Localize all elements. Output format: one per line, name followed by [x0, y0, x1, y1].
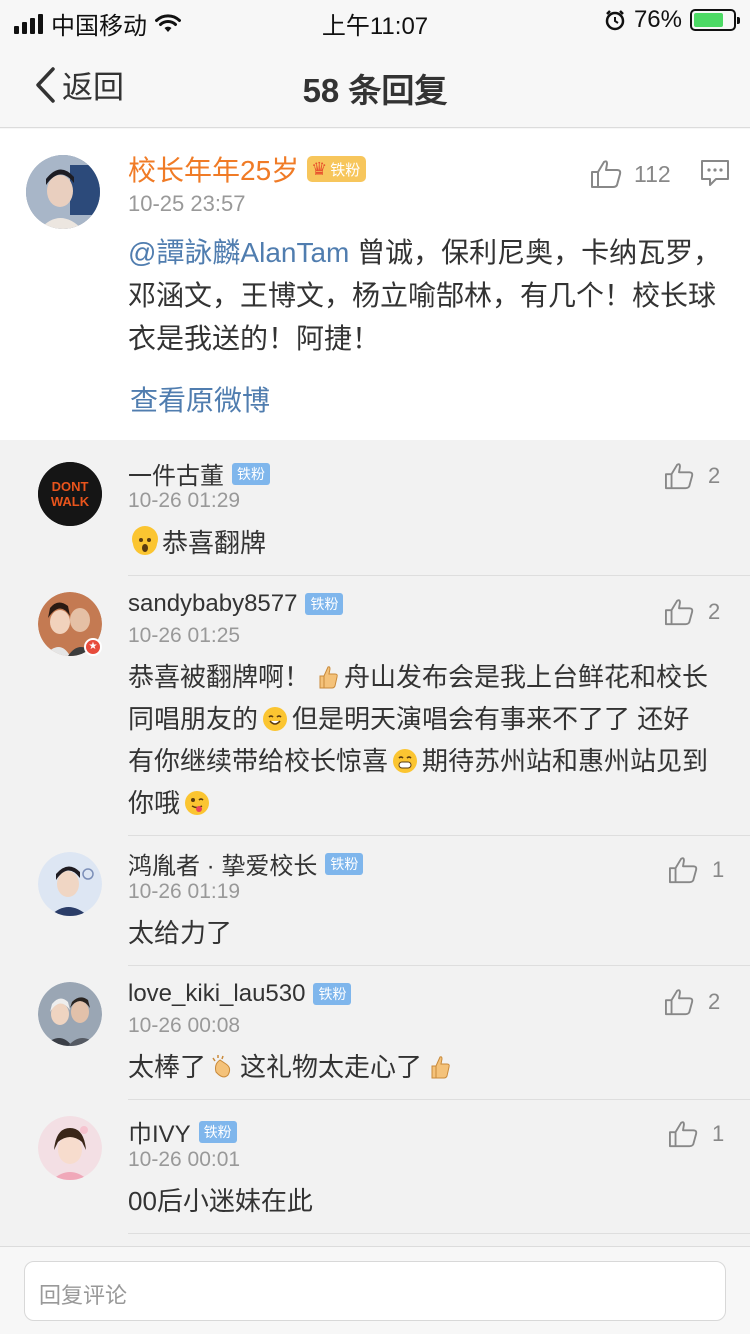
avatar[interactable] [38, 1116, 102, 1180]
grin-emoji-icon [392, 744, 418, 773]
avatar[interactable] [38, 982, 102, 1046]
status-right: 76% [604, 6, 740, 34]
alarm-icon [605, 10, 625, 31]
fan-badge: 铁粉 [305, 593, 344, 615]
reply-time: 10-26 00:01 [128, 1148, 241, 1171]
reply-text: 太给力了 [128, 912, 718, 954]
reply-author[interactable]: 鸿胤者 · 挚爱校长 铁粉 [128, 846, 364, 881]
fan-badge: 铁粉 [232, 462, 270, 485]
author-name: 校长年年25岁 [128, 155, 300, 186]
list-item: ★ sandybaby8577 铁粉 10-26 01:25 恭喜被翻牌啊！ 舟山… [0, 576, 750, 836]
status-bar: 中国移动 上午11:07 76% [0, 0, 750, 40]
avatar-text: WALK [51, 494, 90, 509]
reply-input-bar: 回复评论 [0, 1246, 750, 1334]
reply-time: 10-26 01:25 [128, 624, 241, 647]
like-count: 2 [708, 989, 721, 1014]
comment-time: 10-25 23:57 [128, 191, 246, 216]
like-button[interactable]: 1 [668, 856, 724, 884]
fan-badge: ♛ 铁粉 [307, 156, 367, 182]
avatar[interactable] [26, 155, 100, 229]
avatar[interactable]: DONT WALK [38, 462, 102, 526]
reply-author[interactable]: sandybaby8577 铁粉 [128, 590, 344, 618]
fan-badge-label: 铁粉 [330, 161, 361, 179]
clapping-emoji-icon [210, 1050, 236, 1078]
verified-badge-icon: ★ [84, 638, 102, 656]
comment-author[interactable]: 校长年年25岁 ♛ 铁粉 [128, 149, 367, 189]
mention-link[interactable]: @譚詠麟AlanTam [128, 237, 349, 268]
reply-button[interactable] [700, 159, 730, 192]
nav-bar: 返回 58 条回复 [0, 40, 750, 128]
thumbs-up-icon [665, 599, 694, 626]
avatar-image [38, 982, 102, 1046]
main-comment: 校长年年25岁 ♛ 铁粉 10-25 23:57 112 @譚詠麟AlanTam… [0, 129, 750, 440]
avatar[interactable] [38, 852, 102, 916]
reply-input[interactable]: 回复评论 [24, 1261, 726, 1321]
thumbs-up-icon [591, 160, 622, 188]
divider [128, 1233, 750, 1234]
like-button[interactable]: 1 [668, 1120, 724, 1148]
reply-time: 10-26 01:29 [128, 489, 241, 512]
fan-badge: 铁粉 [198, 1120, 237, 1143]
like-count: 2 [708, 599, 721, 624]
fan-badge: 铁粉 [325, 852, 364, 875]
crown-icon: ♛ [311, 158, 328, 179]
reply-text: 00后小迷妹在此 [128, 1180, 718, 1222]
reply-time: 10-26 00:08 [128, 1014, 241, 1037]
happy-emoji-icon [262, 702, 288, 731]
reply-author[interactable]: 一件古董 铁粉 [128, 456, 270, 491]
like-button[interactable]: 2 [664, 988, 720, 1016]
reply-list: DONT WALK 一件古董 铁粉 10-26 01:29 恭喜翻牌 2 ★ s… [0, 440, 750, 1246]
avatar-image: DONT WALK [38, 462, 102, 526]
like-button[interactable]: 2 [664, 462, 720, 490]
reply-body: 00后小迷妹在此 [128, 1186, 313, 1216]
like-count: 2 [708, 463, 721, 488]
avatar-text: DONT [52, 479, 89, 494]
reply-body: 这礼物太走心了 [240, 1052, 423, 1082]
reply-text: 恭喜翻牌 [128, 522, 718, 564]
like-count: 1 [712, 857, 725, 882]
like-count: 112 [634, 160, 671, 187]
like-button[interactable]: 2 [664, 598, 720, 626]
thumbs-up-icon [669, 1121, 698, 1148]
author-name: love_kiki_lau530 [128, 980, 306, 1007]
list-item: 鸿胤者 · 挚爱校长 铁粉 10-26 01:19 太给力了 1 [0, 836, 750, 966]
like-button[interactable]: 112 [590, 159, 671, 189]
author-name: sandybaby8577 [128, 590, 298, 617]
thumbs-up-icon [665, 463, 694, 490]
tongue-emoji-icon [184, 786, 210, 815]
view-original-link[interactable]: 查看原微博 [130, 379, 270, 419]
reply-text: 太棒了 这礼物太走心了 [128, 1046, 718, 1088]
author-name: 鸿胤者 · 挚爱校长 [128, 853, 318, 880]
list-item: love_kiki_lau530 铁粉 10-26 00:08 太棒了 这礼物太走… [0, 966, 750, 1100]
comment-icon [701, 160, 729, 186]
avatar-image [38, 1116, 102, 1180]
list-item: DONT WALK 一件古董 铁粉 10-26 01:29 恭喜翻牌 2 [0, 440, 750, 576]
reply-body: 恭喜被翻牌啊！ [128, 662, 311, 692]
battery-percent: 76% [633, 6, 682, 33]
author-name: 一件古董 [128, 463, 224, 490]
fan-badge: 铁粉 [313, 983, 352, 1005]
battery-icon [690, 9, 740, 31]
thumbs-up-emoji-icon [314, 660, 340, 689]
reply-body: 恭喜翻牌 [162, 528, 267, 558]
battery-fill [694, 13, 723, 27]
reply-author[interactable]: love_kiki_lau530 铁粉 [128, 980, 352, 1008]
reply-body: 太给力了 [128, 918, 233, 948]
thumbs-up-icon [669, 857, 698, 884]
reply-text: 恭喜被翻牌啊！ 舟山发布会是我上台鲜花和校长同唱朋友的 但是明天演唱会有事来不了了 … [128, 656, 714, 824]
shocked-emoji-icon [132, 526, 158, 555]
thumbs-up-icon [665, 989, 694, 1016]
reply-body: 太棒了 [128, 1052, 207, 1082]
thumbs-up-emoji-icon [426, 1050, 452, 1079]
author-name: 巾IVY [128, 1121, 191, 1148]
reply-author[interactable]: 巾IVY 铁粉 [128, 1114, 237, 1149]
reply-time: 10-26 01:19 [128, 880, 241, 903]
page-title: 58 条回复 [302, 72, 448, 109]
avatar-image [38, 852, 102, 916]
like-count: 1 [712, 1121, 725, 1146]
avatar-image [26, 155, 100, 229]
comment-text: @譚詠麟AlanTam 曾诚，保利尼奥，卡纳瓦罗，邓涵文，王博文，杨立喻郜林，有… [128, 231, 728, 360]
list-item: 巾IVY 铁粉 10-26 00:01 00后小迷妹在此 1 [0, 1100, 750, 1234]
